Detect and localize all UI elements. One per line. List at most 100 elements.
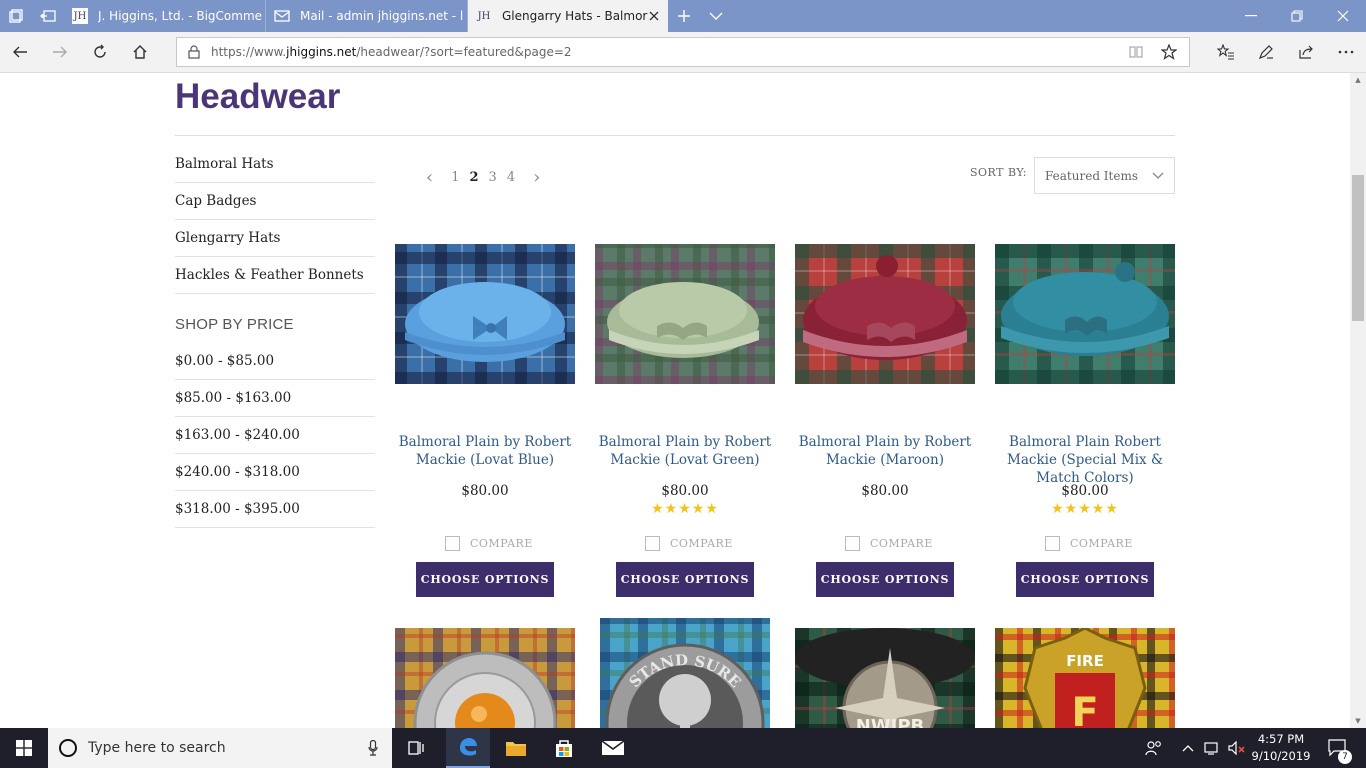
choose-options-button[interactable]: CHOOSE OPTIONS [816,562,954,597]
next-page-chevron-icon[interactable]: › [533,167,540,188]
product-name-link[interactable]: Balmoral Plain by Robert Mackie (Lovat G… [585,433,785,469]
product-image[interactable] [995,244,1175,384]
store-icon[interactable] [542,728,586,768]
product-image[interactable] [395,628,575,728]
category-cap-badges[interactable]: Cap Badges [175,183,375,220]
back-arrow-icon[interactable] [0,32,40,72]
windows-start-icon[interactable] [0,728,48,768]
product-image[interactable]: FIRE F [995,628,1175,728]
new-tab-icon[interactable] [668,0,700,32]
volume-muted-icon[interactable] [1226,728,1248,768]
price-range-list: $0.00 - $85.00 $85.00 - $163.00 $163.00 … [175,343,375,528]
page-scrollbar[interactable]: ▲ ▼ [1350,73,1366,728]
choose-options-button[interactable]: CHOOSE OPTIONS [416,562,554,597]
edge-browser-icon[interactable] [446,728,490,768]
pagination: ‹ 1 2 3 4 › [426,167,540,188]
tab-mail[interactable]: Mail - admin jhiggins.net - l [266,0,468,32]
more-options-icon[interactable] [1326,32,1366,72]
product-image[interactable] [395,244,575,384]
page-link-1[interactable]: 1 [451,170,459,185]
price-range-item[interactable]: $85.00 - $163.00 [175,380,375,417]
category-balmoral-hats[interactable]: Balmoral Hats [175,146,375,183]
page-link-2-current[interactable]: 2 [469,170,478,185]
product-card: Balmoral Plain Robert Mackie (Special Mi… [995,244,1175,597]
people-icon[interactable] [1140,728,1168,768]
network-icon[interactable] [1202,728,1224,768]
favorites-list-icon[interactable] [1206,32,1246,72]
product-image[interactable]: STAND SURE [600,618,770,728]
product-card: Balmoral Plain by Robert Mackie (Maroon)… [795,244,975,597]
reading-view-icon[interactable] [1121,38,1151,66]
compare-checkbox[interactable]: COMPARE [645,536,733,551]
category-glengarry-hats[interactable]: Glengarry Hats [175,220,375,257]
browser-navbar: https://www.jhiggins.net/headwear/?sort=… [0,32,1366,73]
compare-label: COMPARE [1070,537,1133,550]
tab-actions-icon[interactable] [0,0,32,32]
price-range-item[interactable]: $240.00 - $318.00 [175,454,375,491]
address-bar[interactable]: https://www.jhiggins.net/headwear/?sort=… [176,37,1190,67]
product-image[interactable]: NWIPB [795,628,975,728]
compare-checkbox[interactable]: COMPARE [1045,536,1133,551]
url-text[interactable]: https://www.jhiggins.net/headwear/?sort=… [211,45,572,59]
page-link-4[interactable]: 4 [507,170,515,185]
pen-notes-icon[interactable] [1246,32,1286,72]
forward-arrow-icon[interactable] [40,32,80,72]
choose-options-button[interactable]: CHOOSE OPTIONS [1016,562,1154,597]
shop-by-price-heading: SHOP BY PRICE [175,316,294,333]
tab-bigcommerce[interactable]: JH J. Higgins, Ltd. - BigComme [64,0,266,32]
taskbar-clock[interactable]: 4:57 PM 9/10/2019 [1250,731,1312,765]
scroll-down-icon[interactable]: ▼ [1350,714,1366,728]
close-tab-icon[interactable] [646,8,662,24]
product-card [395,628,575,728]
file-explorer-icon[interactable] [494,728,538,768]
checkbox-box[interactable] [645,536,660,551]
compare-checkbox[interactable]: COMPARE [445,536,533,551]
favorite-star-icon[interactable] [1154,38,1184,66]
show-hidden-icons-chevron-icon[interactable] [1178,728,1198,768]
checkbox-box[interactable] [845,536,860,551]
cortana-circle-icon [58,738,78,758]
taskbar-search-box[interactable]: Type here to search [48,728,392,768]
choose-options-button[interactable]: CHOOSE OPTIONS [616,562,754,597]
home-icon[interactable] [120,32,160,72]
product-image[interactable] [595,244,775,384]
refresh-icon[interactable] [80,32,120,72]
action-center-icon[interactable]: 7 [1320,728,1356,768]
product-card: STAND SURE [600,618,780,728]
product-name-link[interactable]: Balmoral Plain Robert Mackie (Special Mi… [985,433,1185,487]
lock-icon[interactable] [177,45,211,59]
product-name-link[interactable]: Balmoral Plain by Robert Mackie (Maroon) [785,433,985,469]
price-range-item[interactable]: $163.00 - $240.00 [175,417,375,454]
mail-app-icon[interactable] [590,728,636,768]
price-range-item[interactable]: $0.00 - $85.00 [175,343,375,380]
checkbox-box[interactable] [1045,536,1060,551]
product-name-link[interactable]: Balmoral Plain by Robert Mackie (Lovat B… [385,433,585,469]
set-tabs-aside-icon[interactable] [32,0,64,32]
tab-glengarry-hats[interactable]: JH Glengarry Hats - Balmor [468,0,668,32]
page-link-3[interactable]: 3 [489,170,497,185]
task-view-icon[interactable] [396,728,436,768]
microphone-icon[interactable] [368,740,378,756]
compare-label: COMPARE [470,537,533,550]
category-hackles-feather-bonnets[interactable]: Hackles & Feather Bonnets [175,257,375,294]
compare-label: COMPARE [670,537,733,550]
sort-select[interactable]: Featured Items [1034,157,1175,194]
checkbox-box[interactable] [445,536,460,551]
restore-icon[interactable] [1274,0,1320,32]
tab-preview-chevron-icon[interactable] [700,0,732,32]
sort-by-label: SORT BY: [970,166,1027,179]
compare-checkbox[interactable]: COMPARE [845,536,933,551]
rating-stars-icon: ★★★★★ [651,501,719,517]
sort-selected-value: Featured Items [1045,168,1139,183]
product-card: FIRE F [995,628,1175,728]
minimize-icon[interactable] [1228,0,1274,32]
share-icon[interactable] [1286,32,1326,72]
scrollbar-thumb[interactable] [1352,175,1364,321]
prev-page-chevron-icon[interactable]: ‹ [426,167,433,188]
product-image[interactable] [795,244,975,384]
price-range-item[interactable]: $318.00 - $395.00 [175,491,375,528]
taskbar-search-placeholder: Type here to search [88,740,226,756]
jh-favicon-icon: JH [477,10,491,22]
close-window-icon[interactable] [1320,0,1366,32]
scroll-up-icon[interactable]: ▲ [1350,73,1366,87]
